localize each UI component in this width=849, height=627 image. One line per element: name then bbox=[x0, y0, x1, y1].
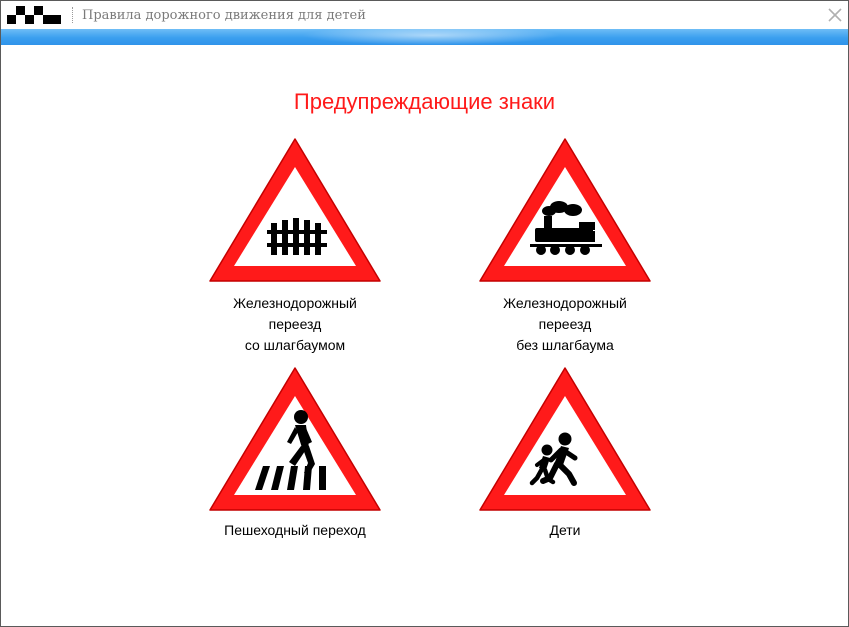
caption-pedestrian-crossing: Пешеходный переход bbox=[175, 520, 415, 541]
railway-crossing-barrier-icon bbox=[267, 218, 327, 255]
title-bar: Правила дорожного движения для детей bbox=[1, 1, 848, 29]
caption-line: без шлагбаума bbox=[516, 337, 614, 353]
caption-railway-crossing-barrier: Железнодорожный переезд со шлагбаумом bbox=[175, 293, 415, 356]
title-separator bbox=[72, 7, 73, 23]
caption-line: Пешеходный переход bbox=[224, 522, 366, 538]
caption-children: Дети bbox=[445, 520, 685, 541]
page-heading: Предупреждающие знаки bbox=[293, 89, 556, 114]
caption-line: Железнодорожный bbox=[233, 295, 357, 311]
caption-line: переезд bbox=[268, 316, 322, 332]
app-window: Правила дорожного движения для детей Пре… bbox=[0, 0, 849, 627]
caption-line: Дети bbox=[549, 522, 581, 538]
sign-railway-crossing-barrier[interactable] bbox=[205, 133, 385, 287]
header-accent-glow bbox=[301, 29, 561, 45]
caption-line: переезд bbox=[538, 316, 592, 332]
checkered-flag-icon bbox=[7, 6, 61, 24]
caption-line: со шлагбаумом bbox=[244, 337, 346, 353]
window-title: Правила дорожного движения для детей bbox=[82, 8, 366, 23]
close-button[interactable] bbox=[824, 4, 846, 26]
sign-railway-crossing-no-barrier[interactable] bbox=[475, 133, 655, 287]
caption-railway-crossing-no-barrier: Железнодорожный переезд без шлагбаума bbox=[445, 293, 685, 356]
caption-line: Железнодорожный bbox=[503, 295, 627, 311]
sign-pedestrian-crossing[interactable] bbox=[205, 362, 385, 516]
sign-children[interactable] bbox=[475, 362, 655, 516]
close-icon bbox=[828, 8, 842, 22]
